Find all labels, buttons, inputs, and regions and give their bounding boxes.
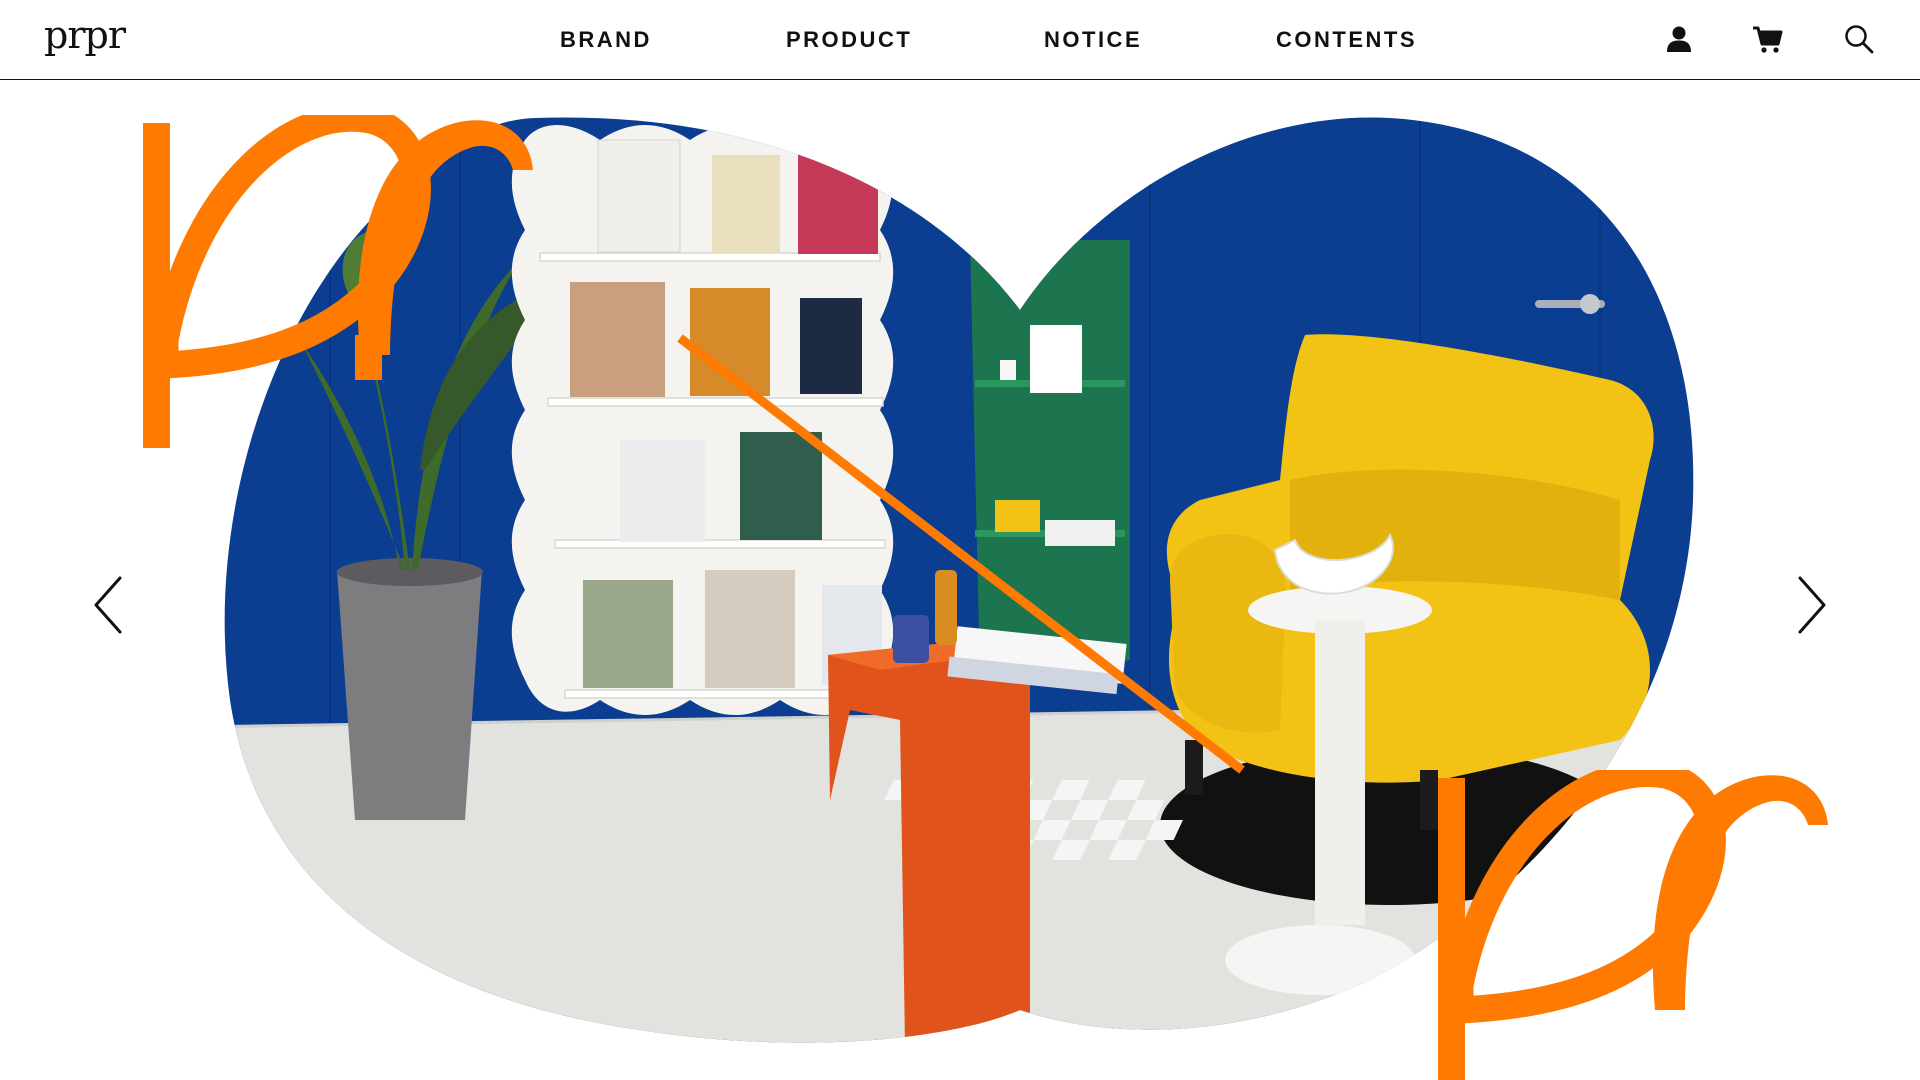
cart-icon[interactable] xyxy=(1751,22,1785,56)
main-nav: BRAND PRODUCT NOTICE CONTENTS xyxy=(0,0,1920,79)
next-slide-button[interactable] xyxy=(1788,570,1834,640)
chevron-left-icon xyxy=(94,576,122,634)
user-icon[interactable] xyxy=(1662,22,1696,56)
chevron-right-icon xyxy=(1798,576,1826,634)
site-header: prpr BRAND PRODUCT NOTICE CONTENTS xyxy=(0,0,1920,80)
nav-item-product[interactable]: PRODUCT xyxy=(786,27,912,53)
hero-slider: pr pr xyxy=(0,80,1920,1080)
search-icon[interactable] xyxy=(1842,22,1876,56)
hero-image xyxy=(224,117,1694,1043)
nav-item-contents[interactable]: CONTENTS xyxy=(1276,27,1417,53)
prev-slide-button[interactable] xyxy=(86,570,132,640)
nav-item-notice[interactable]: NOTICE xyxy=(1044,27,1142,53)
nav-item-brand[interactable]: BRAND xyxy=(560,27,652,53)
